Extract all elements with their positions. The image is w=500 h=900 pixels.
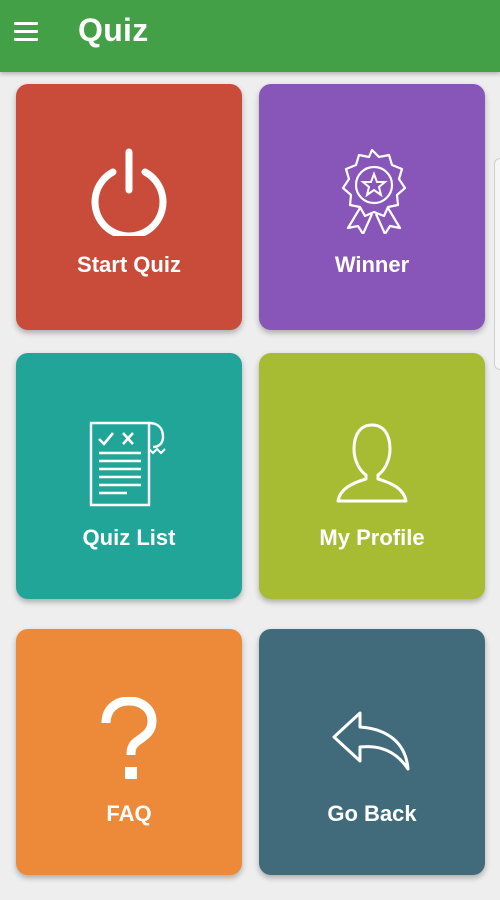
start-quiz-tile[interactable]: Start Quiz	[16, 84, 242, 330]
go-back-tile[interactable]: Go Back	[259, 629, 485, 875]
quiz-list-label: Quiz List	[82, 525, 176, 550]
faq-label: FAQ	[106, 801, 152, 826]
faq-tile[interactable]: FAQ	[16, 629, 242, 875]
app-title: Quiz	[78, 12, 149, 48]
user-profile-icon	[259, 421, 485, 521]
winner-label: Winner	[334, 252, 410, 277]
back-arrow-icon	[259, 709, 485, 809]
winner-tile[interactable]: Winner	[259, 84, 485, 330]
start-quiz-label: Start Quiz	[77, 252, 181, 277]
my-profile-label: My Profile	[319, 525, 425, 550]
checklist-document-icon	[16, 419, 242, 519]
go-back-label: Go Back	[327, 801, 417, 826]
hamburger-menu-icon[interactable]	[12, 20, 40, 44]
question-mark-icon	[16, 697, 242, 797]
power-icon	[16, 146, 242, 246]
quiz-list-tile[interactable]: Quiz List	[16, 353, 242, 599]
my-profile-tile[interactable]: My Profile	[259, 353, 485, 599]
scroll-edge	[494, 158, 500, 370]
award-ribbon-icon	[259, 148, 485, 248]
app-bar: Quiz	[0, 0, 500, 72]
